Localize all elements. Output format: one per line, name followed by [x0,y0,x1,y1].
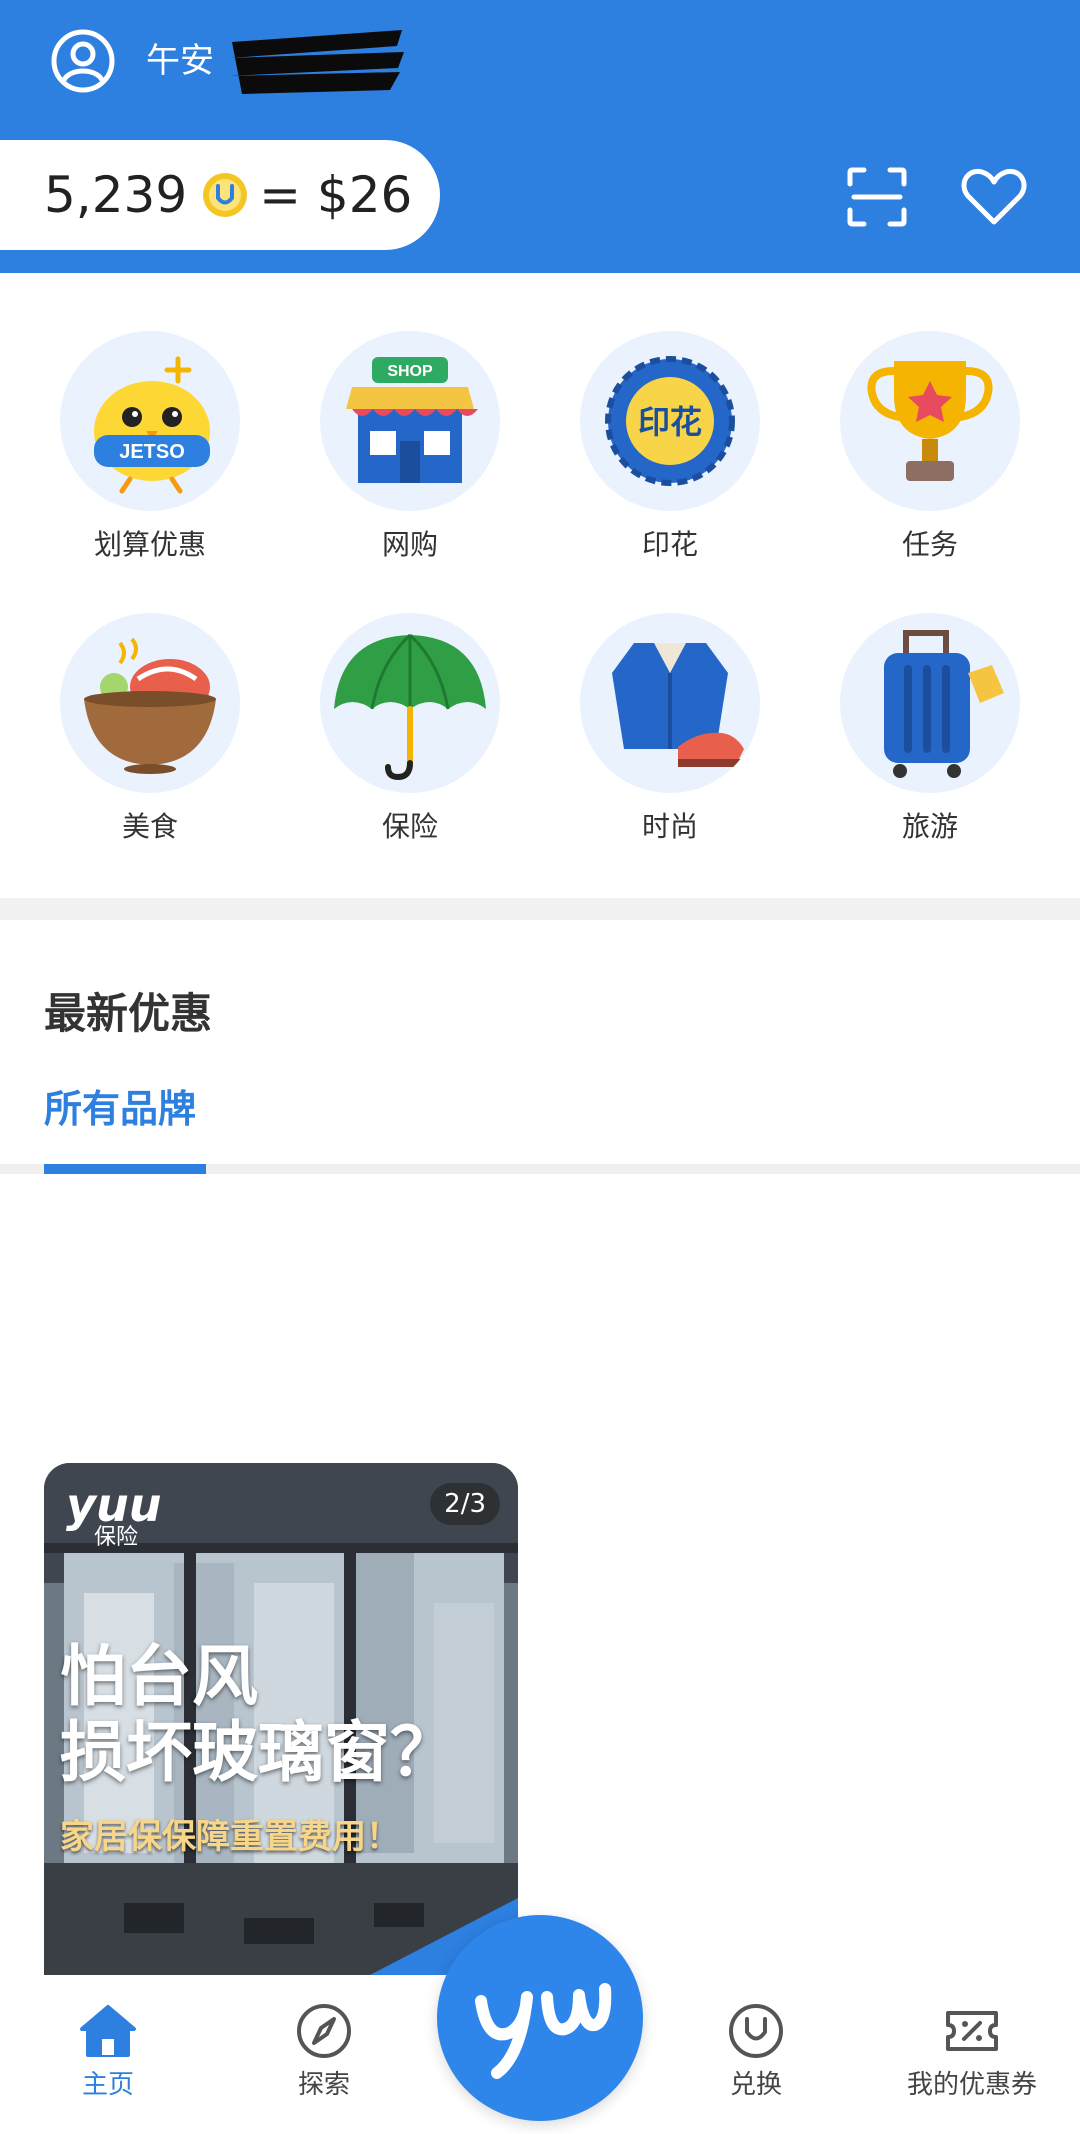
promo-headline: 怕台风 损坏玻璃窗？ [60,1638,456,1791]
header: 午安 5,239 = $26 [0,0,1080,273]
category-food[interactable]: 美食 [50,613,250,845]
section-title-latest-deals: 最新优惠 [44,989,213,1038]
promo-brand-sub: 保险 [94,1525,139,1550]
fashion-icon [612,643,744,767]
category-label: 美食 [121,810,178,843]
redacted-username [228,30,404,94]
category-label: 印花 [641,528,698,561]
home-icon [80,2005,136,2057]
promo-subline: 家居保保障重置费用！ [60,1817,400,1857]
category-tasks[interactable]: 任务 [830,331,1030,563]
yuu-coin-icon [203,173,248,217]
promo-brand-logo: yuu [66,1478,162,1532]
category-label: 任务 [901,528,958,561]
svg-text:JETSO: JETSO [119,441,185,463]
jetso-chick-icon: JETSO [94,356,210,494]
scan-icon[interactable] [846,166,908,228]
food-bowl-icon [84,637,216,774]
stamp-icon: 印花 [605,356,735,486]
tab-all-brands[interactable]: 所有品牌 [44,1085,196,1133]
nav-my-coupons[interactable]: 我的优惠券 [872,1975,1072,2101]
category-label: 旅游 [901,810,958,843]
compass-icon [297,2004,351,2058]
user-circle-icon[interactable] [50,28,116,94]
nav-label: 兑换 [729,2070,782,2100]
category-label: 网购 [381,528,438,561]
category-online-shop[interactable]: SHOP 网购 [310,331,510,563]
nav-label: 我的优惠券 [906,2070,1037,2100]
points-balance[interactable]: 5,239 = $26 [0,140,440,250]
luggage-icon [884,630,1004,778]
umbrella-icon [334,633,486,781]
shop-icon: SHOP [346,357,478,483]
category-insurance[interactable]: 保险 [310,613,510,845]
category-grid: JETSO 划算优惠 SHOP 网购 印花 印花 任务 美食 保险 时尚 旅游 [0,273,1080,898]
nav-redeem[interactable]: 兑换 [656,1975,856,2101]
trophy-icon [867,361,993,481]
category-stamps[interactable]: 印花 印花 [570,331,770,563]
category-deals[interactable]: JETSO 划算优惠 [50,331,250,563]
category-label: 划算优惠 [93,528,206,561]
section-divider [0,898,1080,920]
coupon-icon [946,2011,998,2051]
heart-icon[interactable] [960,166,1028,228]
promo-page-counter: 2/3 [430,1483,500,1525]
tab-active-indicator [44,1164,206,1174]
svg-text:印花: 印花 [638,403,702,441]
svg-text:SHOP: SHOP [387,363,433,380]
category-label: 时尚 [641,810,698,843]
points-cash-value: = $26 [259,166,413,224]
greeting-text: 午安 [146,41,214,81]
nav-home[interactable]: 主页 [8,1975,208,2101]
category-fashion[interactable]: 时尚 [570,613,770,845]
nav-label: 探索 [297,2070,350,2100]
yuu-logo-icon [475,1983,612,2079]
category-label: 保险 [381,810,438,843]
yuu-redeem-icon [729,2004,783,2058]
yuu-center-button[interactable] [437,1915,643,2121]
category-travel[interactable]: 旅游 [830,613,1030,845]
points-value: 5,239 [44,166,188,224]
nav-explore[interactable]: 探索 [224,1975,424,2101]
nav-label: 主页 [81,2070,134,2100]
